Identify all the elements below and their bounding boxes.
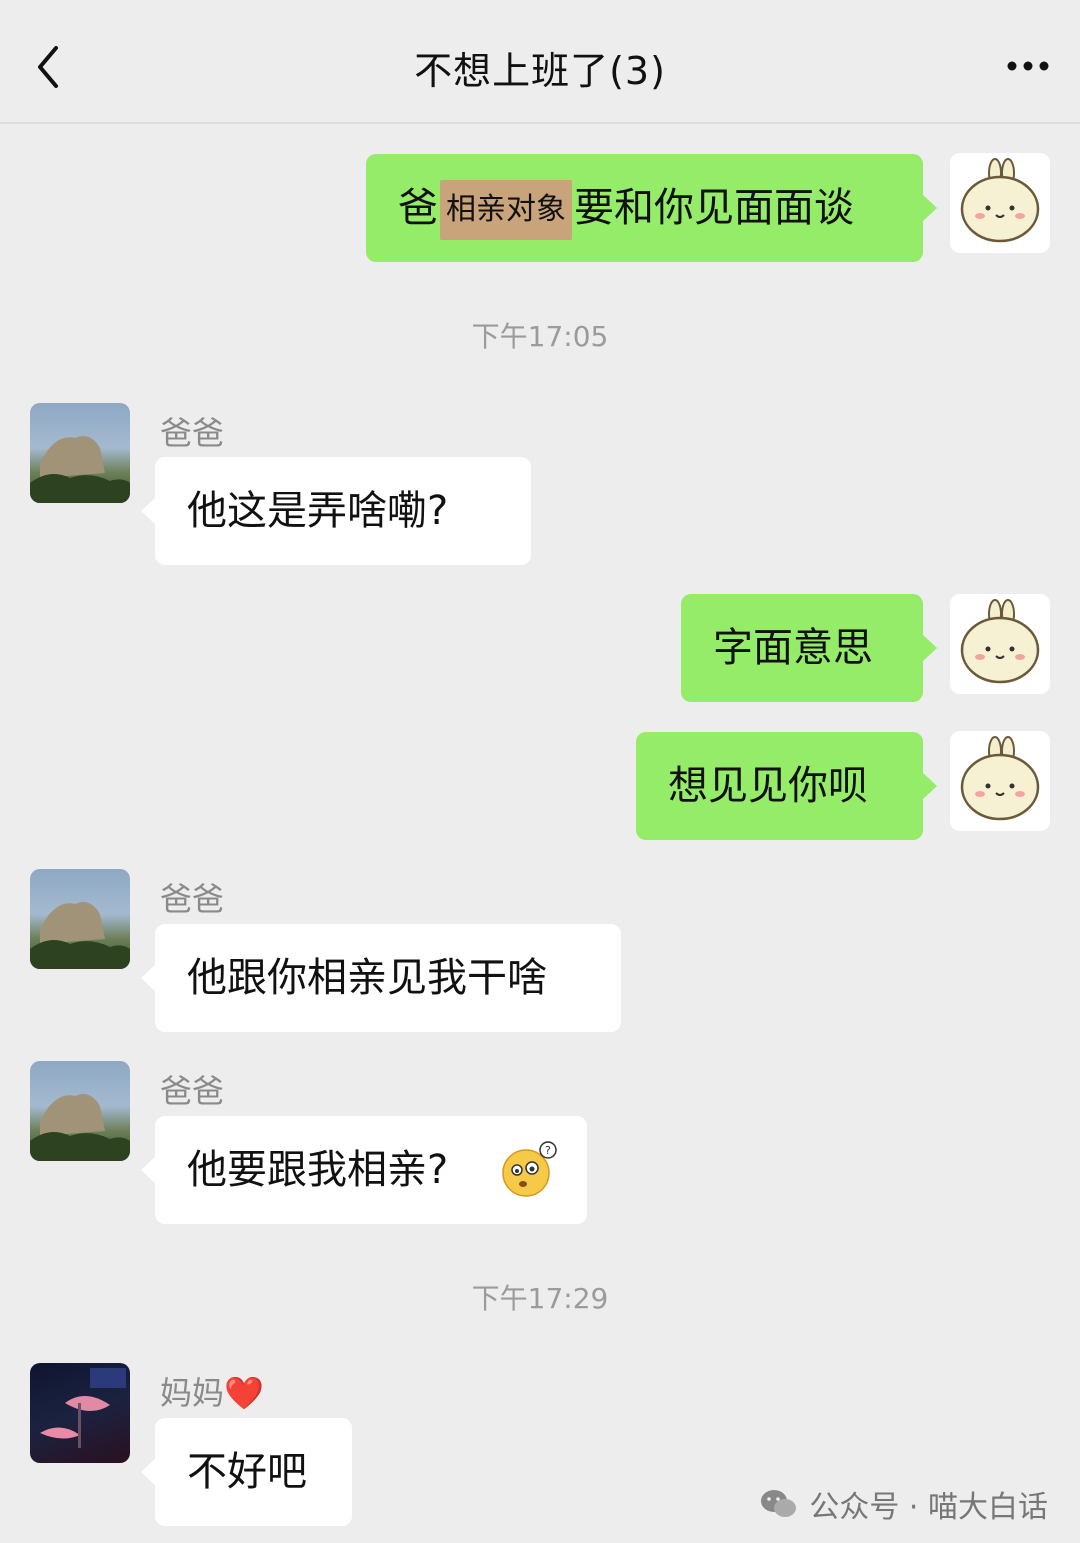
heart-emoji: ❤️ — [224, 1374, 264, 1412]
sender-name: 爸爸 — [160, 880, 225, 918]
message-text: 爸 — [398, 185, 438, 231]
more-options-icon[interactable] — [1004, 48, 1052, 84]
message-bubble-received[interactable]: 他这是弄啥嘞? — [141, 457, 531, 565]
rock-landscape-avatar-icon — [30, 1093, 130, 1161]
message-text: 字面意思 — [713, 625, 873, 671]
my-avatar[interactable] — [950, 153, 1050, 253]
message-text: 不好吧 — [187, 1449, 307, 1495]
timestamp: 下午17:05 — [471, 320, 609, 353]
sender-name: 爸爸 — [160, 1072, 225, 1110]
my-avatar[interactable] — [950, 594, 1050, 694]
bunny-avatar-icon — [960, 736, 1040, 821]
sender-name: 妈妈❤️ — [160, 1368, 264, 1414]
rock-landscape-avatar-icon — [30, 901, 130, 969]
rock-landscape-avatar-icon — [30, 435, 130, 503]
watermark-text: 公众号 · 喵大白话 — [809, 1490, 1048, 1525]
message-bubble-sent[interactable]: 爸相亲对象 要和你见面面谈 — [366, 154, 937, 262]
message-text: 想见见你呗 — [668, 763, 868, 809]
my-avatar[interactable] — [950, 731, 1050, 831]
message-bubble-sent[interactable]: 想见见你呗 — [636, 732, 937, 840]
message-text: 他要跟我相亲? — [187, 1147, 449, 1193]
dad-avatar[interactable] — [30, 403, 130, 503]
wechat-icon — [761, 1490, 797, 1517]
dad-avatar[interactable] — [30, 869, 130, 969]
sender-name-text: 妈妈 — [160, 1374, 225, 1412]
message-bubble-sent[interactable]: 字面意思 — [681, 594, 937, 702]
dad-avatar[interactable] — [30, 1061, 130, 1161]
confused-face-emoji-icon: ? — [502, 1141, 557, 1197]
mom-avatar[interactable] — [30, 1363, 130, 1463]
message-text: 他这是弄啥嘞? — [187, 488, 449, 534]
svg-text:?: ? — [545, 1144, 551, 1157]
message-bubble-received[interactable]: 他要跟我相亲? ? — [141, 1116, 587, 1224]
bunny-avatar-icon — [960, 599, 1040, 684]
sender-name: 爸爸 — [160, 414, 225, 452]
flower-night-avatar-icon — [40, 1368, 126, 1448]
message-text: 要和你见面面谈 — [574, 185, 854, 231]
message-bubble-received[interactable]: 他跟你相亲见我干啥 — [141, 924, 621, 1032]
timestamp: 下午17:29 — [471, 1282, 609, 1315]
message-bubble-received[interactable]: 不好吧 — [141, 1418, 352, 1526]
redacted-sticker-label: 相亲对象 — [440, 180, 572, 240]
watermark: 公众号 · 喵大白话 — [759, 1482, 1048, 1526]
message-text: 他跟你相亲见我干啥 — [187, 955, 547, 1001]
bunny-avatar-icon — [960, 158, 1040, 243]
chat-title: 不想上班了(3) — [414, 49, 666, 93]
chat-header: 不想上班了(3) — [0, 0, 1080, 124]
